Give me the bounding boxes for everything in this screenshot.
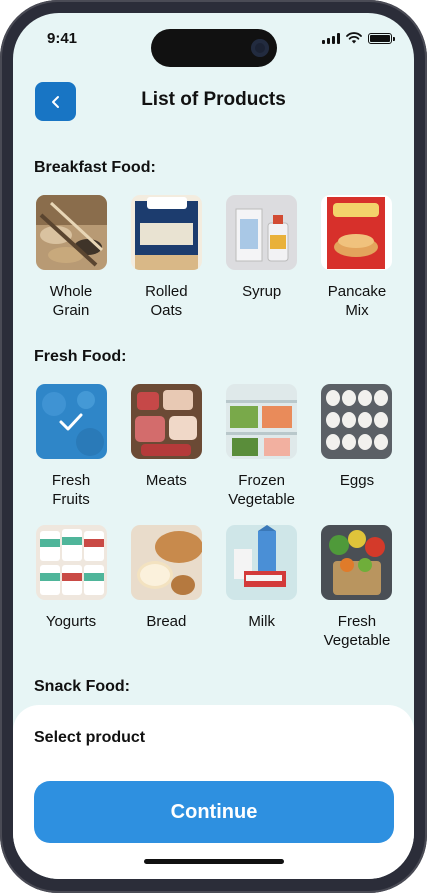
battery-icon	[368, 32, 395, 44]
fresh-vegetable-image	[321, 525, 393, 600]
yogurts-image	[35, 525, 107, 600]
fresh-fruits-image	[35, 384, 107, 459]
product-rolled-oats[interactable]: Rolled Oats	[128, 195, 204, 320]
product-bread[interactable]: Bread	[128, 525, 204, 650]
home-indicator[interactable]	[144, 859, 284, 864]
product-label: Pancake Mix	[327, 283, 387, 319]
dynamic-island	[151, 29, 277, 67]
fresh-row-2: Yogurts Bread Milk Fresh Vegetable	[33, 525, 395, 650]
product-label: Syrup	[242, 283, 282, 300]
app-screen: 9:41 List of Products Breakfast Food: Wh…	[13, 13, 414, 879]
product-label: Eggs	[339, 472, 375, 489]
product-yogurts[interactable]: Yogurts	[33, 525, 109, 650]
product-label: Meats	[145, 472, 187, 489]
continue-button[interactable]: Continue	[34, 781, 394, 843]
status-time: 9:41	[47, 30, 78, 47]
product-label: Frozen Vegetable	[228, 472, 296, 508]
product-frozen-vegetable[interactable]: Frozen Vegetable	[224, 384, 300, 509]
bread-image	[130, 525, 202, 600]
product-milk[interactable]: Milk	[224, 525, 300, 650]
product-pancake-mix[interactable]: Pancake Mix	[319, 195, 395, 320]
page-title: List of Products	[141, 89, 286, 110]
product-eggs[interactable]: Eggs	[319, 384, 395, 509]
select-product-label: Select product	[34, 729, 146, 746]
product-label: Milk	[248, 613, 275, 630]
signal-icon	[322, 32, 340, 44]
rolled-oats-image	[130, 195, 202, 270]
product-fresh-vegetable[interactable]: Fresh Vegetable	[319, 525, 395, 650]
check-icon	[36, 384, 107, 459]
product-meats[interactable]: Meats	[128, 384, 204, 509]
wifi-icon	[346, 32, 362, 44]
product-label: Fresh Vegetable	[323, 613, 391, 649]
breakfast-row: Whole Grain Rolled Oats Syrup Pancake Mi…	[33, 195, 395, 320]
bottom-sheet: Select product Continue	[13, 705, 414, 879]
fresh-row-1: Fresh Fruits Meats Frozen Vegetable Eggs	[33, 384, 395, 509]
product-whole-grain[interactable]: Whole Grain	[33, 195, 109, 320]
syrup-image	[226, 195, 298, 270]
pancake-mix-image	[321, 195, 393, 270]
phone-frame: 9:41 List of Products Breakfast Food: Wh…	[0, 0, 427, 893]
product-fresh-fruits[interactable]: Fresh Fruits	[33, 384, 109, 509]
status-icons	[322, 32, 395, 44]
product-label: Yogurts	[45, 613, 97, 630]
whole-grain-image	[35, 195, 107, 270]
product-syrup[interactable]: Syrup	[224, 195, 300, 320]
meats-image	[130, 384, 202, 459]
section-title-fresh: Fresh Food:	[34, 348, 127, 365]
section-title-breakfast: Breakfast Food:	[34, 159, 156, 176]
product-label: Rolled Oats	[145, 283, 188, 319]
product-label: Fresh Fruits	[51, 472, 91, 508]
eggs-image	[321, 384, 393, 459]
camera-icon	[251, 39, 269, 57]
frozen-vegetable-image	[226, 384, 298, 459]
milk-image	[226, 525, 298, 600]
section-title-snack: Snack Food:	[34, 678, 131, 695]
product-label: Whole Grain	[49, 283, 93, 319]
product-label: Bread	[146, 613, 187, 630]
